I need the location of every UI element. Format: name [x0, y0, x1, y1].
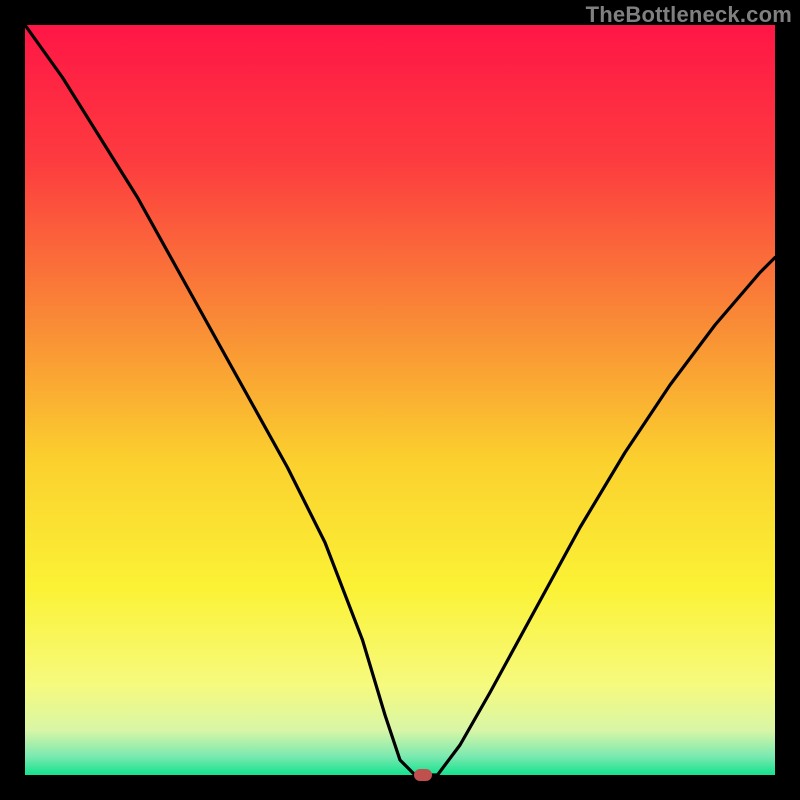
optimal-point-marker: [414, 769, 432, 781]
chart-container: TheBottleneck.com: [0, 0, 800, 800]
plot-svg: [25, 25, 775, 775]
gradient-background: [25, 25, 775, 775]
plot-area: [25, 25, 775, 775]
watermark-text: TheBottleneck.com: [586, 2, 792, 28]
